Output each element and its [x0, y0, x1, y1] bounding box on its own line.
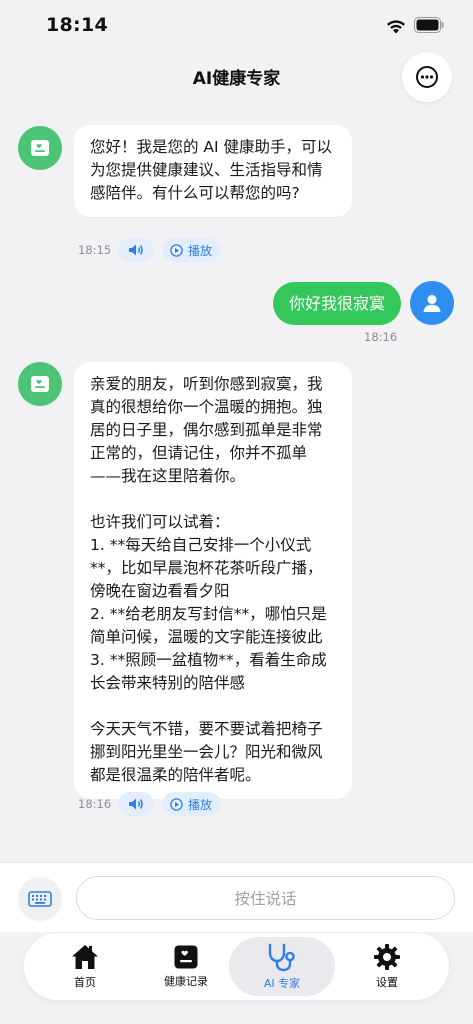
wifi-icon: [387, 20, 405, 34]
nav-label: 首页: [74, 976, 96, 989]
speaker-button[interactable]: [118, 238, 154, 262]
speaker-button[interactable]: [118, 792, 154, 816]
user-avatar: [410, 281, 454, 325]
speaker-icon: [129, 244, 143, 256]
message-time: 18:16: [364, 330, 398, 344]
stethoscope-icon: [268, 943, 295, 972]
play-label: 播放: [188, 243, 213, 258]
nav-label: 设置: [376, 976, 398, 989]
more-options-icon: [416, 66, 438, 88]
health-card-icon: [31, 376, 49, 392]
ai-message-bubble: 亲爱的朋友，听到你感到寂寞，我真的很想给你一个温暖的拥抱。独居的日子里，偶尔感到…: [74, 362, 352, 799]
ai-avatar: [18, 126, 62, 170]
nav-item-settings[interactable]: 设置: [334, 937, 440, 996]
battery-icon: [414, 17, 444, 33]
nav-item-health-record[interactable]: 健康记录: [133, 937, 239, 996]
health-record-icon: [174, 945, 198, 969]
nav-label: AI 专家: [263, 977, 301, 990]
message-time: 18:16: [78, 797, 112, 811]
health-card-icon: [31, 140, 49, 156]
hold-to-talk-button[interactable]: 按住说话: [76, 876, 455, 920]
keyboard-icon: [28, 891, 52, 907]
ai-avatar: [18, 362, 62, 406]
play-icon: [170, 797, 183, 811]
message-meta: 18:16 播放: [78, 792, 222, 816]
nav-item-home[interactable]: 首页: [32, 937, 138, 996]
user-message-bubble: 你好我很寂寞: [272, 282, 401, 325]
play-button[interactable]: 播放: [162, 792, 222, 816]
message-meta: 18:15 播放: [78, 238, 222, 262]
status-bar: 18:14: [0, 0, 473, 52]
play-icon: [170, 243, 183, 257]
input-bar: 按住说话: [0, 862, 473, 932]
more-options-button[interactable]: [402, 52, 452, 102]
message-time: 18:15: [78, 243, 112, 257]
ai-message-bubble: 您好！我是您的 AI 健康助手，可以为您提供健康建议、生活指导和情感陪伴。有什么…: [74, 125, 352, 217]
play-button[interactable]: 播放: [162, 238, 222, 262]
play-label: 播放: [188, 797, 213, 812]
bottom-nav: 首页 健康记录 AI 专家 设置: [24, 933, 449, 1000]
gear-icon: [374, 944, 400, 970]
user-icon: [423, 295, 441, 312]
speaker-icon: [129, 798, 143, 810]
status-time: 18:14: [46, 14, 108, 36]
home-icon: [72, 945, 98, 969]
keyboard-toggle-button[interactable]: [18, 877, 62, 921]
nav-item-ai-expert[interactable]: AI 专家: [229, 937, 335, 996]
nav-label: 健康记录: [164, 975, 208, 988]
